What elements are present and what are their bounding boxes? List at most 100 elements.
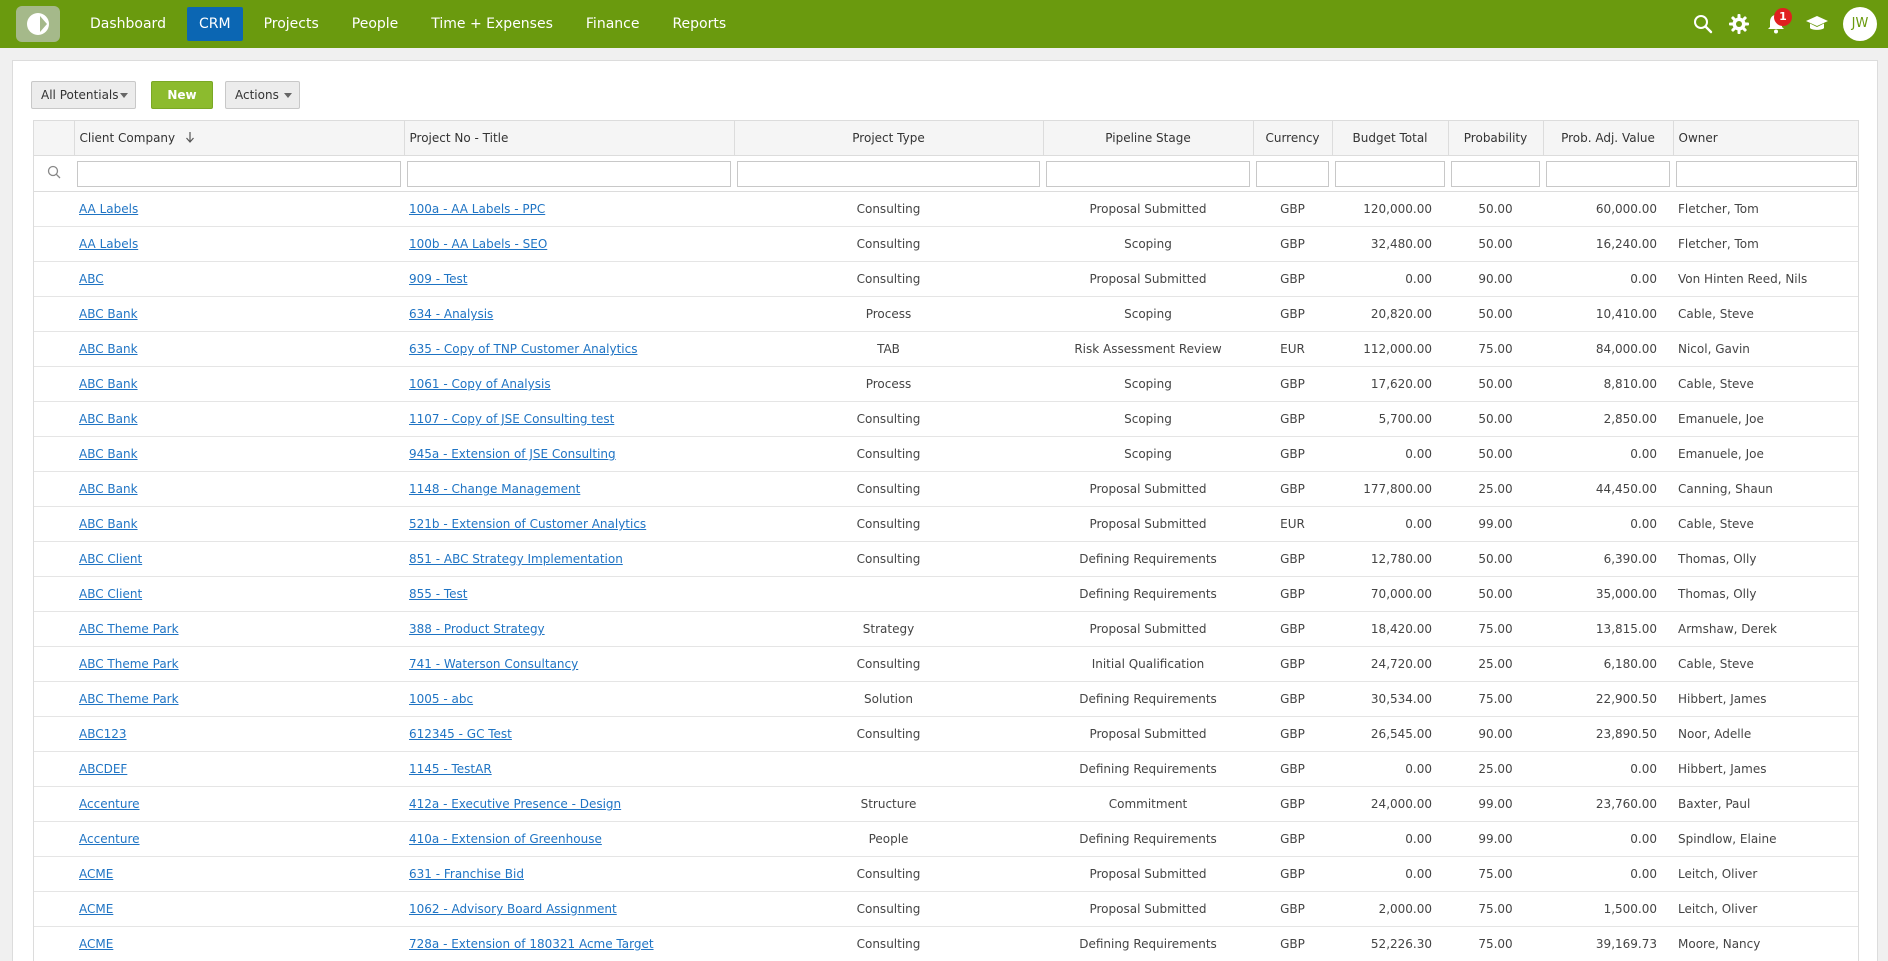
row-selector-cell[interactable] [34, 191, 74, 227]
row-selector-cell[interactable] [34, 506, 74, 542]
search-icon[interactable] [1691, 12, 1715, 36]
graduation-cap-icon[interactable] [1805, 12, 1829, 36]
column-header-prob-adj-value[interactable]: Prob. Adj. Value [1543, 120, 1674, 156]
table-row[interactable]: ACME 728a - Extension of 180321 Acme Targ… [34, 926, 1858, 961]
table-row[interactable]: ABC Bank 635 - Copy of TNP Customer Analy… [34, 331, 1858, 367]
project-link[interactable]: 521b - Extension of Customer Analytics [409, 517, 646, 531]
project-link[interactable]: 1061 - Copy of Analysis [409, 377, 551, 391]
row-selector-cell[interactable] [34, 611, 74, 647]
filter-prob-adj-value-input[interactable] [1546, 160, 1670, 187]
project-link[interactable]: 1107 - Copy of JSE Consulting test [409, 412, 614, 426]
project-link[interactable]: 612345 - GC Test [409, 727, 512, 741]
table-row[interactable]: ABCDEF 1145 - TestAR Defining Requirements… [34, 751, 1858, 787]
nav-item-people[interactable]: People [340, 7, 411, 41]
nav-item-finance[interactable]: Finance [574, 7, 652, 41]
column-header-project-type[interactable]: Project Type [734, 120, 1044, 156]
client-company-link[interactable]: ABC Client [79, 552, 142, 566]
project-link[interactable]: 1145 - TestAR [409, 762, 492, 776]
row-selector-cell[interactable] [34, 926, 74, 961]
column-header-project[interactable]: Project No - Title [404, 120, 735, 156]
client-company-link[interactable]: ABC [79, 272, 104, 286]
project-link[interactable]: 728a - Extension of 180321 Acme Target [409, 937, 654, 951]
column-header-pipeline-stage[interactable]: Pipeline Stage [1043, 120, 1254, 156]
filter-owner-input[interactable] [1676, 160, 1857, 187]
table-row[interactable]: ABC Theme Park 1005 - abc Solution Defining… [34, 681, 1858, 717]
table-row[interactable]: ABC 909 - Test Consulting Proposal Submitte… [34, 261, 1858, 297]
client-company-link[interactable]: ABC Theme Park [79, 622, 179, 636]
row-selector-cell[interactable] [34, 681, 74, 717]
table-row[interactable]: ABC123 612345 - GC Test Consulting Proposal… [34, 716, 1858, 752]
row-selector-cell[interactable] [34, 366, 74, 402]
nav-item-reports[interactable]: Reports [660, 7, 738, 41]
project-link[interactable]: 412a - Executive Presence - Design [409, 797, 621, 811]
gear-icon[interactable] [1727, 12, 1751, 36]
project-link[interactable]: 909 - Test [409, 272, 468, 286]
table-row[interactable]: AA Labels 100b - AA Labels - SEO Consultin… [34, 226, 1858, 262]
filter-project-type-input[interactable] [737, 160, 1040, 187]
row-selector-cell[interactable] [34, 471, 74, 507]
row-selector-cell[interactable] [34, 541, 74, 577]
client-company-link[interactable]: ABC Theme Park [79, 692, 179, 706]
table-row[interactable]: ACME 1062 - Advisory Board Assignment Cons… [34, 891, 1858, 927]
row-selector-cell[interactable] [34, 296, 74, 332]
filter-dropdown[interactable]: All Potentials [31, 81, 136, 109]
table-row[interactable]: AA Labels 100a - AA Labels - PPC Consultin… [34, 191, 1858, 227]
row-selector-cell[interactable] [34, 891, 74, 927]
table-row[interactable]: ACME 631 - Franchise Bid Consulting Proposa… [34, 856, 1858, 892]
row-selector-cell[interactable] [34, 226, 74, 262]
client-company-link[interactable]: ACME [79, 867, 113, 881]
nav-item-time-expenses[interactable]: Time + Expenses [419, 7, 565, 41]
table-row[interactable]: ABC Client 855 - Test Defining Requirement… [34, 576, 1858, 612]
row-selector-cell[interactable] [34, 401, 74, 437]
client-company-link[interactable]: ABC Bank [79, 517, 138, 531]
table-row[interactable]: ABC Bank 521b - Extension of Customer Ana… [34, 506, 1858, 542]
row-selector-cell[interactable] [34, 436, 74, 472]
filter-project-input[interactable] [407, 160, 731, 187]
filter-budget-total-input[interactable] [1335, 160, 1445, 187]
nav-item-dashboard[interactable]: Dashboard [78, 7, 178, 41]
project-link[interactable]: 1005 - abc [409, 692, 473, 706]
column-header-currency[interactable]: Currency [1253, 120, 1333, 156]
project-link[interactable]: 631 - Franchise Bid [409, 867, 524, 881]
column-header-owner[interactable]: Owner [1673, 120, 1858, 156]
column-header-budget-total[interactable]: Budget Total [1332, 120, 1449, 156]
row-selector-cell[interactable] [34, 576, 74, 612]
table-row[interactable]: Accenture 410a - Extension of Greenhouse P… [34, 821, 1858, 857]
client-company-link[interactable]: ABC Bank [79, 342, 138, 356]
row-selector-cell[interactable] [34, 786, 74, 822]
user-avatar[interactable]: JW [1843, 7, 1877, 41]
table-row[interactable]: ABC Bank 1061 - Copy of Analysis Process Sc… [34, 366, 1858, 402]
row-selector-cell[interactable] [34, 821, 74, 857]
row-selector-cell[interactable] [34, 716, 74, 752]
row-selector-cell[interactable] [34, 646, 74, 682]
table-row[interactable]: ABC Theme Park 741 - Waterson Consultancy… [34, 646, 1858, 682]
client-company-link[interactable]: ABC Bank [79, 482, 138, 496]
project-link[interactable]: 634 - Analysis [409, 307, 493, 321]
table-row[interactable]: Accenture 412a - Executive Presence - Des… [34, 786, 1858, 822]
row-selector-cell[interactable] [34, 856, 74, 892]
project-link[interactable]: 855 - Test [409, 587, 468, 601]
project-link[interactable]: 741 - Waterson Consultancy [409, 657, 578, 671]
project-link[interactable]: 635 - Copy of TNP Customer Analytics [409, 342, 637, 356]
nav-item-crm[interactable]: CRM [186, 7, 243, 41]
client-company-link[interactable]: ACME [79, 902, 113, 916]
row-selector-cell[interactable] [34, 331, 74, 367]
client-company-link[interactable]: ACME [79, 937, 113, 951]
actions-dropdown[interactable]: Actions [225, 81, 300, 109]
project-link[interactable]: 851 - ABC Strategy Implementation [409, 552, 623, 566]
project-link[interactable]: 1148 - Change Management [409, 482, 580, 496]
client-company-link[interactable]: Accenture [79, 797, 140, 811]
client-company-link[interactable]: ABC Bank [79, 377, 138, 391]
client-company-link[interactable]: Accenture [79, 832, 140, 846]
table-row[interactable]: ABC Bank 1148 - Change Management Consulti… [34, 471, 1858, 507]
row-selector-cell[interactable] [34, 261, 74, 297]
filter-client-company-input[interactable] [77, 160, 401, 187]
client-company-link[interactable]: AA Labels [79, 202, 138, 216]
filter-pipeline-stage-input[interactable] [1046, 160, 1250, 187]
client-company-link[interactable]: AA Labels [79, 237, 138, 251]
filter-currency-input[interactable] [1256, 160, 1329, 187]
client-company-link[interactable]: ABC Bank [79, 412, 138, 426]
client-company-link[interactable]: ABC Bank [79, 307, 138, 321]
client-company-link[interactable]: ABC Theme Park [79, 657, 179, 671]
project-link[interactable]: 410a - Extension of Greenhouse [409, 832, 602, 846]
